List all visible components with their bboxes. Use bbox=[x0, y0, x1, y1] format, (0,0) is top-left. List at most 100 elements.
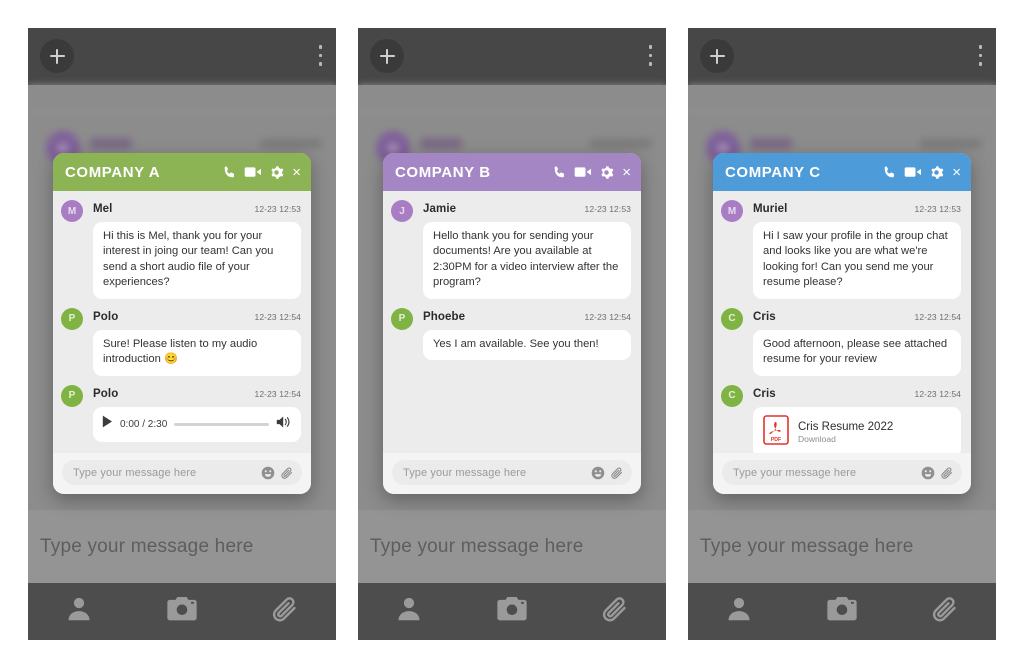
avatar-initial: M bbox=[727, 205, 737, 217]
phone-panel-company-b: M Type your message here COMPANY B × J J… bbox=[358, 28, 666, 640]
outer-composer-placeholder: Type your message here bbox=[370, 535, 584, 557]
pdf-file-icon: PDF bbox=[763, 414, 789, 450]
person-icon[interactable] bbox=[394, 594, 424, 629]
more-options-icon[interactable] bbox=[978, 45, 982, 66]
screenshot-root: M Type your message here COMPANY A × M M… bbox=[0, 0, 1024, 669]
avatar-initial: P bbox=[68, 313, 76, 325]
message-sender: Cris bbox=[753, 310, 776, 323]
message-sender: Jamie bbox=[423, 203, 457, 215]
gear-icon[interactable] bbox=[929, 165, 944, 180]
message-bubble: Hi this is Mel, thank you for your inter… bbox=[93, 222, 301, 299]
message-bubble: Hello thank you for sending your documen… bbox=[423, 222, 631, 299]
paperclip-icon[interactable] bbox=[270, 594, 300, 629]
message-sender: Polo bbox=[93, 387, 119, 400]
chat-widget: COMPANY B × J Jamie 12-23 12:53 Hello th… bbox=[383, 153, 641, 494]
close-icon[interactable]: × bbox=[292, 165, 301, 180]
outer-composer[interactable]: Type your message here bbox=[358, 510, 666, 583]
emoji-icon[interactable] bbox=[591, 466, 605, 480]
paperclip-icon[interactable] bbox=[280, 466, 294, 480]
message-input-placeholder: Type your message here bbox=[733, 466, 857, 479]
chat-message-list: J Jamie 12-23 12:53 Hello thank you for … bbox=[383, 191, 641, 453]
volume-icon[interactable] bbox=[276, 415, 292, 434]
chat-widget: COMPANY C × M Muriel 12-23 12:53 Hi I sa… bbox=[713, 153, 971, 494]
chat-message: M Muriel 12-23 12:53 Hi I saw your profi… bbox=[721, 200, 961, 299]
add-button[interactable] bbox=[700, 39, 734, 73]
audio-player[interactable]: 0:00 / 2:30 bbox=[93, 406, 301, 442]
chat-composer: Type your message here bbox=[53, 453, 311, 494]
chat-composer: Type your message here bbox=[383, 453, 641, 494]
paperclip-icon[interactable] bbox=[610, 466, 624, 480]
avatar: M bbox=[61, 200, 83, 222]
file-download-link[interactable]: Download bbox=[798, 434, 893, 444]
message-sender: Mel bbox=[93, 203, 113, 215]
person-icon[interactable] bbox=[724, 594, 754, 629]
add-button[interactable] bbox=[40, 39, 74, 73]
chat-message: P Polo 12-23 12:54 Sure! Please listen t… bbox=[61, 307, 301, 376]
message-timestamp: 12-23 12:54 bbox=[914, 388, 961, 399]
file-name: Cris Resume 2022 bbox=[798, 420, 894, 433]
phone-icon[interactable] bbox=[882, 165, 897, 180]
person-icon[interactable] bbox=[64, 594, 94, 629]
add-button[interactable] bbox=[370, 39, 404, 73]
avatar-initial: J bbox=[399, 205, 405, 217]
chat-header: COMPANY B × bbox=[383, 153, 641, 191]
phone-icon[interactable] bbox=[552, 165, 567, 180]
paperclip-icon[interactable] bbox=[940, 466, 954, 480]
outer-composer[interactable]: Type your message here bbox=[688, 510, 996, 583]
play-icon[interactable] bbox=[102, 415, 113, 433]
chat-message-list: M Mel 12-23 12:53 Hi this is Mel, thank … bbox=[53, 191, 311, 453]
chat-message: M Mel 12-23 12:53 Hi this is Mel, thank … bbox=[61, 200, 301, 299]
audio-progress-bar[interactable] bbox=[174, 422, 269, 426]
message-bubble: Yes I am available. See you then! bbox=[423, 329, 631, 361]
avatar: C bbox=[721, 384, 743, 407]
avatar: P bbox=[61, 307, 83, 330]
video-icon[interactable] bbox=[904, 165, 922, 179]
chat-header: COMPANY C × bbox=[713, 153, 971, 191]
more-options-icon[interactable] bbox=[318, 45, 322, 66]
message-input[interactable]: Type your message here bbox=[62, 460, 302, 485]
more-options-icon[interactable] bbox=[648, 45, 652, 66]
avatar: J bbox=[391, 200, 413, 222]
message-sender: Muriel bbox=[753, 203, 788, 215]
avatar: P bbox=[391, 307, 413, 330]
message-sender: Phoebe bbox=[423, 310, 466, 323]
message-timestamp: 12-23 12:54 bbox=[254, 311, 301, 322]
chat-message: C Cris 12-23 12:54 Good afternoon, pleas… bbox=[721, 307, 961, 376]
background-name bbox=[90, 138, 132, 149]
background-name bbox=[750, 138, 792, 149]
audio-time-display: 0:00 / 2:30 bbox=[120, 418, 168, 430]
gear-icon[interactable] bbox=[269, 165, 284, 180]
close-icon[interactable]: × bbox=[952, 165, 961, 180]
message-timestamp: 12-23 12:54 bbox=[254, 388, 301, 399]
close-icon[interactable]: × bbox=[622, 165, 631, 180]
message-input[interactable]: Type your message here bbox=[722, 460, 962, 485]
message-sender: Cris bbox=[753, 387, 776, 400]
emoji-icon[interactable] bbox=[261, 466, 275, 480]
message-input-placeholder: Type your message here bbox=[403, 466, 527, 479]
camera-icon[interactable] bbox=[496, 594, 528, 629]
message-sender: Polo bbox=[93, 310, 119, 323]
message-bubble: Hi I saw your profile in the group chat … bbox=[753, 222, 961, 299]
outer-composer[interactable]: Type your message here bbox=[28, 510, 336, 583]
video-icon[interactable] bbox=[574, 165, 592, 179]
app-top-bar bbox=[688, 28, 996, 85]
video-icon[interactable] bbox=[244, 165, 262, 179]
paperclip-icon[interactable] bbox=[600, 594, 630, 629]
background-time bbox=[590, 139, 652, 148]
chat-message-list: M Muriel 12-23 12:53 Hi I saw your profi… bbox=[713, 191, 971, 453]
chat-message: P Phoebe 12-23 12:54 Yes I am available.… bbox=[391, 307, 631, 361]
message-input[interactable]: Type your message here bbox=[392, 460, 632, 485]
file-attachment-card[interactable]: PDF Cris Resume 2022 Download bbox=[753, 406, 961, 453]
paperclip-icon[interactable] bbox=[930, 594, 960, 629]
bottom-nav-bar bbox=[688, 583, 996, 640]
message-timestamp: 12-23 12:54 bbox=[914, 311, 961, 322]
gear-icon[interactable] bbox=[599, 165, 614, 180]
camera-icon[interactable] bbox=[826, 594, 858, 629]
avatar-initial: C bbox=[728, 390, 736, 402]
chat-message-attachment: C Cris 12-23 12:54 PDF Cris Resume 2022 … bbox=[721, 384, 961, 453]
emoji-icon[interactable] bbox=[921, 466, 935, 480]
background-time bbox=[260, 139, 322, 148]
camera-icon[interactable] bbox=[166, 594, 198, 629]
background-name bbox=[420, 138, 462, 149]
phone-icon[interactable] bbox=[222, 165, 237, 180]
